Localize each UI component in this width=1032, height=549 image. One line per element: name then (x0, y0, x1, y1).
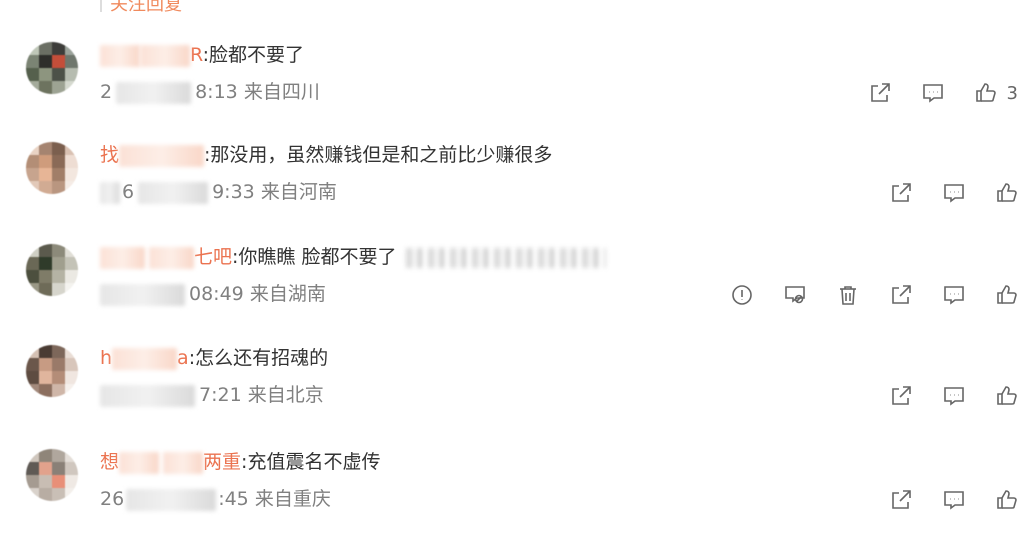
comment-meta: 26:45 来自重庆 (100, 488, 331, 511)
comment-item: h a:怎么还有招魂的 7:21 来自北京 (0, 345, 1032, 445)
avatar[interactable] (26, 142, 78, 194)
comment-time: 08:49 (189, 283, 244, 305)
partial-reply-text: 关注回复 (110, 0, 182, 15)
username[interactable]: R (100, 44, 203, 67)
avatar[interactable] (26, 244, 78, 296)
share-icon[interactable] (888, 383, 914, 409)
like-count: 3 (1006, 82, 1018, 104)
comment-item: R:脸都不要了 2 8:13 来自四川 3 (0, 42, 1032, 142)
comment-icon[interactable] (941, 383, 967, 409)
comment-time: 7:21 (199, 384, 242, 406)
comment-time: 9:33 (212, 181, 255, 203)
avatar[interactable] (26, 449, 78, 501)
comment-item: 找:那没用，虽然赚钱但是和之前比少赚很多 6 9:33 来自河南 (0, 142, 1032, 242)
comment-item: 七吧:你瞧瞧 脸都不要了 08:49 来自湖南 (0, 244, 1032, 344)
comment-time: 8:13 (195, 81, 238, 103)
blurred-link[interactable] (406, 247, 607, 268)
like-icon[interactable] (994, 383, 1020, 409)
comment-location: 来自北京 (247, 384, 324, 406)
comment-text: 脸都不要了 (209, 44, 305, 66)
partial-reply-link[interactable]: 关注回复 (100, 0, 182, 16)
like-icon[interactable] (973, 80, 999, 106)
share-icon[interactable] (888, 180, 914, 206)
avatar[interactable] (26, 42, 78, 94)
comment-meta: 2 8:13 来自四川 (100, 81, 320, 104)
username[interactable]: 想两重 (100, 451, 241, 474)
share-icon[interactable] (888, 487, 914, 513)
comment-icon[interactable] (941, 180, 967, 206)
like-icon[interactable] (994, 487, 1020, 513)
comment-time: :45 (218, 488, 249, 510)
comment-location: 来自四川 (243, 81, 320, 103)
comment-icon[interactable] (920, 80, 946, 106)
like-icon[interactable] (994, 282, 1020, 308)
comment-location: 来自河南 (260, 181, 337, 203)
hide-icon[interactable] (782, 282, 808, 308)
comment-text: 怎么还有招魂的 (195, 347, 329, 369)
delete-icon[interactable] (835, 282, 861, 308)
comment-text: 那没用，虽然赚钱但是和之前比少赚很多 (210, 144, 553, 166)
username[interactable]: ha (100, 347, 189, 370)
comment-item: 想两重:充值震名不虚传 26:45 来自重庆 (0, 449, 1032, 549)
share-icon[interactable] (888, 282, 914, 308)
comment-text: 你瞧瞧 脸都不要了 (238, 246, 397, 268)
comment-meta: 7:21 来自北京 (100, 382, 324, 408)
report-icon[interactable] (729, 282, 755, 308)
comment-meta: 6 9:33 来自河南 (100, 179, 337, 205)
like-icon[interactable] (994, 180, 1020, 206)
comment-icon[interactable] (941, 487, 967, 513)
share-icon[interactable] (867, 80, 893, 106)
avatar[interactable] (26, 345, 78, 397)
comment-location: 来自湖南 (249, 283, 326, 305)
comment-meta: 08:49 来自湖南 (100, 281, 326, 307)
username[interactable]: 七吧 (100, 246, 232, 269)
comment-location: 来自重庆 (254, 488, 331, 510)
comment-icon[interactable] (941, 282, 967, 308)
username[interactable]: 找 (100, 144, 205, 167)
comment-text: 充值震名不虚传 (247, 451, 381, 473)
